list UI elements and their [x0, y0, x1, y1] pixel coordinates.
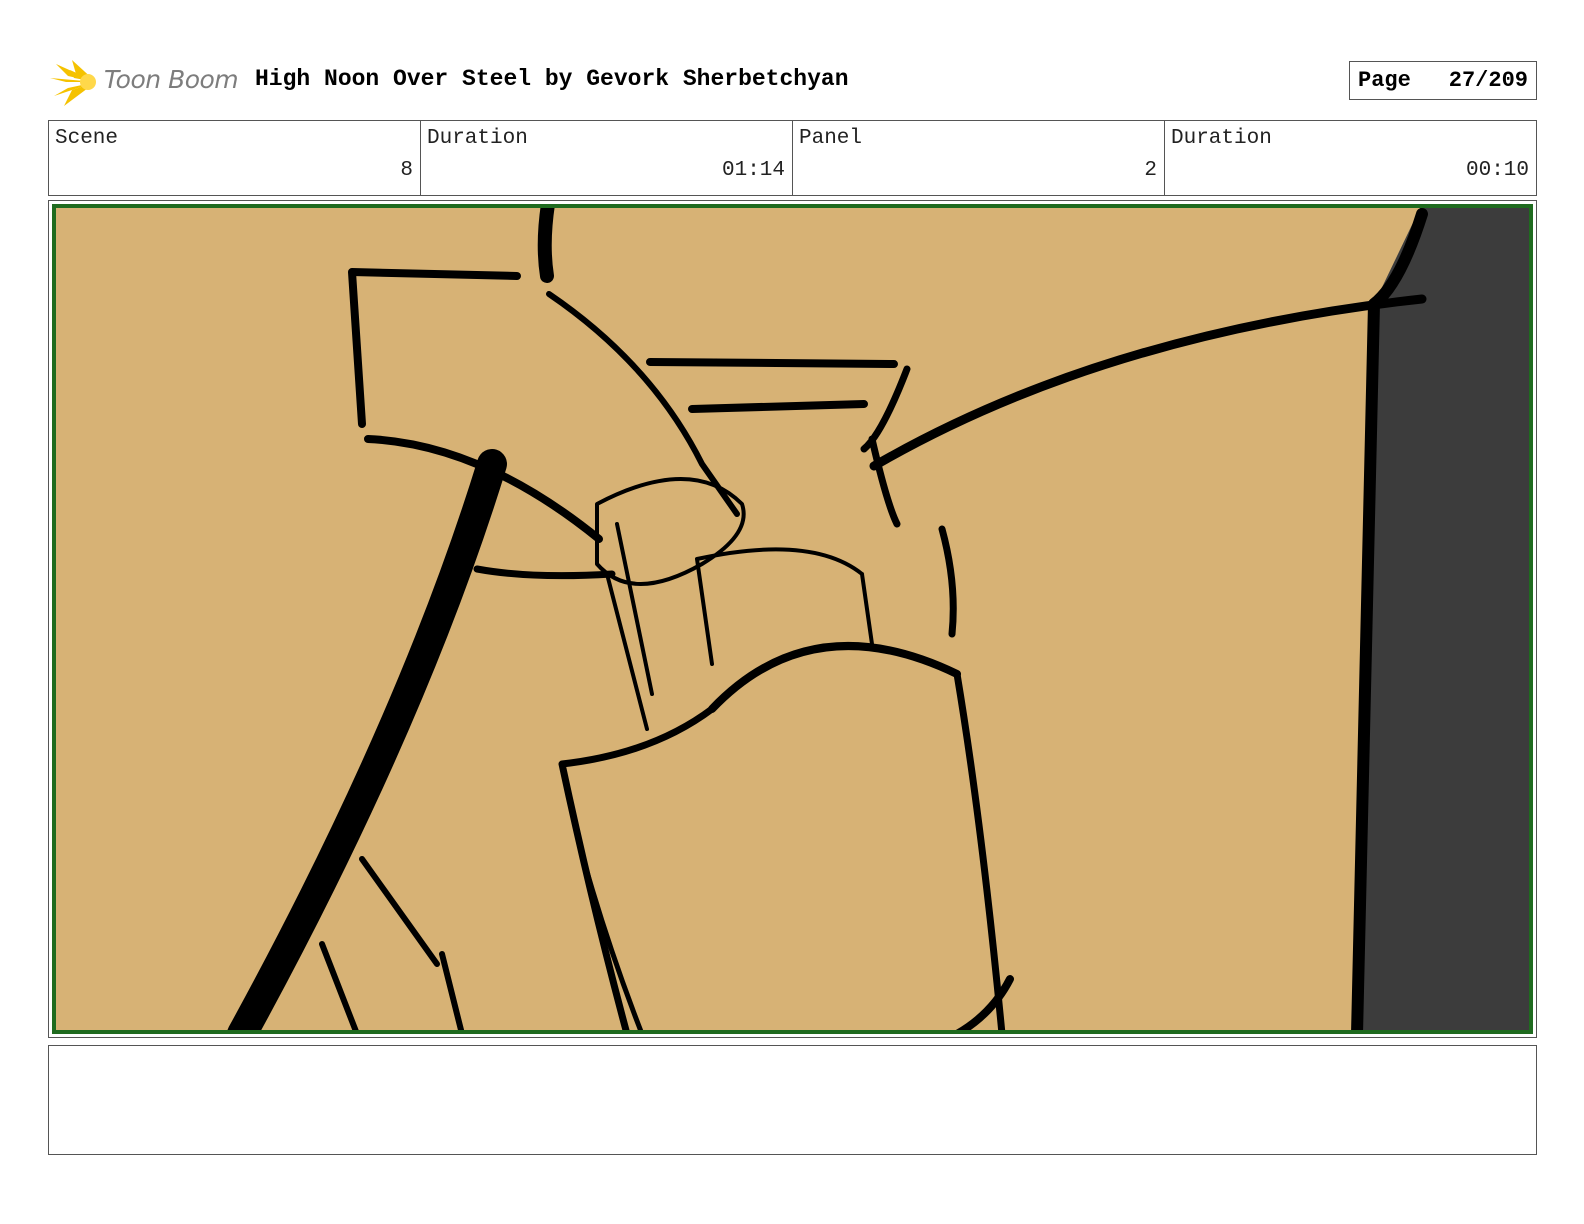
- scene-duration-cell: Duration 01:14: [421, 121, 793, 195]
- page-indicator: Page 27/209: [1349, 61, 1537, 100]
- shadow-area: [1357, 204, 1533, 1034]
- panel-duration-cell: Duration 00:10: [1165, 121, 1536, 195]
- panel-background: [52, 204, 1533, 1034]
- panel-cell: Panel 2: [793, 121, 1165, 195]
- scene-info-table: Scene 8 Duration 01:14 Panel 2 Duration …: [48, 120, 1537, 196]
- page-number: 27/209: [1448, 68, 1528, 93]
- storyboard-panel-frame: [48, 200, 1537, 1038]
- starburst-icon: [50, 60, 96, 106]
- panel-duration-value: 00:10: [1465, 159, 1529, 182]
- document-title: High Noon Over Steel by Gevork Sherbetch…: [255, 66, 849, 92]
- panel-value: 2: [1144, 159, 1157, 182]
- page-label: Page: [1358, 68, 1411, 93]
- panel-label: Panel: [799, 127, 863, 150]
- logo-text: Toon Boom: [104, 65, 239, 94]
- scene-label: Scene: [55, 127, 119, 150]
- hat-band: [537, 204, 555, 283]
- storyboard-drawing: [52, 204, 1533, 1034]
- panel-notes-box: [48, 1045, 1537, 1155]
- panel-duration-label: Duration: [1171, 127, 1272, 150]
- scene-duration-value: 01:14: [721, 159, 785, 182]
- scene-cell: Scene 8: [49, 121, 421, 195]
- scene-duration-label: Duration: [427, 127, 528, 150]
- scene-value: 8: [400, 159, 413, 182]
- toon-boom-logo: Toon Boom: [50, 56, 240, 108]
